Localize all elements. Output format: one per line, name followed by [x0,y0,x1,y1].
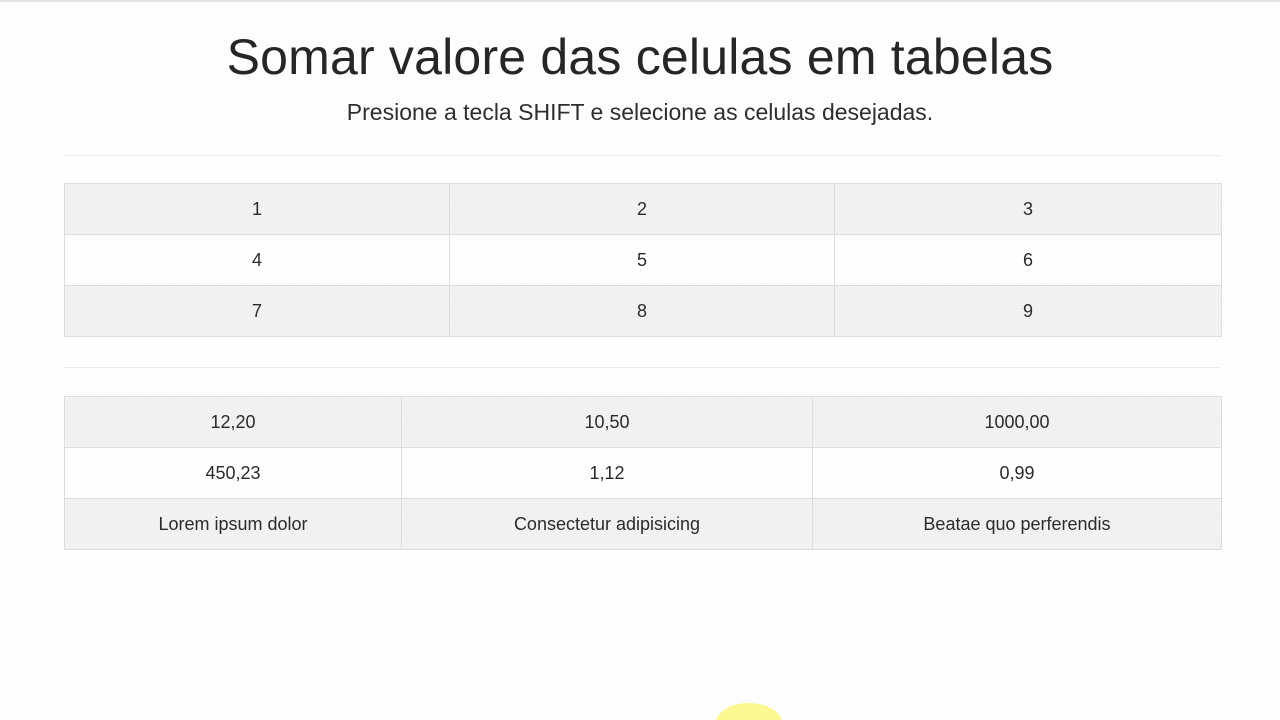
top-border [0,0,1280,2]
table-row: 450,23 1,12 0,99 [64,447,1222,499]
table-cell[interactable]: 1000,00 [812,396,1222,448]
table-cell[interactable]: 7 [64,285,450,337]
table-cell[interactable]: Consectetur adipisicing [401,498,813,550]
page: Somar valore das celulas em tabelas Pres… [0,0,1280,720]
table-row: 12,20 10,50 1000,00 [64,396,1222,448]
table-cell[interactable]: 1,12 [401,447,813,499]
table-cell[interactable]: 6 [834,234,1222,286]
page-title: Somar valore das celulas em tabelas [226,29,1054,85]
divider-middle [64,367,1220,368]
table-row: 4 5 6 [64,234,1222,286]
table-cell[interactable]: Beatae quo perferendis [812,498,1222,550]
table-cell[interactable]: 9 [834,285,1222,337]
page-subtitle: Presione a tecla SHIFT e selecione as ce… [346,99,934,125]
table-cell[interactable]: 8 [449,285,835,337]
table-cell[interactable]: 2 [449,183,835,235]
table-row: 1 2 3 [64,183,1222,235]
divider-top [64,155,1220,156]
table-cell[interactable]: 1 [64,183,450,235]
table-cell[interactable]: 450,23 [64,447,402,499]
table-row: 7 8 9 [64,285,1222,337]
table-cell[interactable]: 10,50 [401,396,813,448]
table-cell[interactable]: 3 [834,183,1222,235]
values-table: 12,20 10,50 1000,00 450,23 1,12 0,99 Lor… [64,396,1222,550]
table-row: Lorem ipsum dolor Consectetur adipisicin… [64,498,1222,550]
table-cell[interactable]: 12,20 [64,396,402,448]
table-cell[interactable]: Lorem ipsum dolor [64,498,402,550]
numbers-table: 1 2 3 4 5 6 7 8 9 [64,183,1222,337]
table-cell[interactable]: 0,99 [812,447,1222,499]
cursor-highlight [716,703,782,720]
table-cell[interactable]: 5 [449,234,835,286]
table-cell[interactable]: 4 [64,234,450,286]
